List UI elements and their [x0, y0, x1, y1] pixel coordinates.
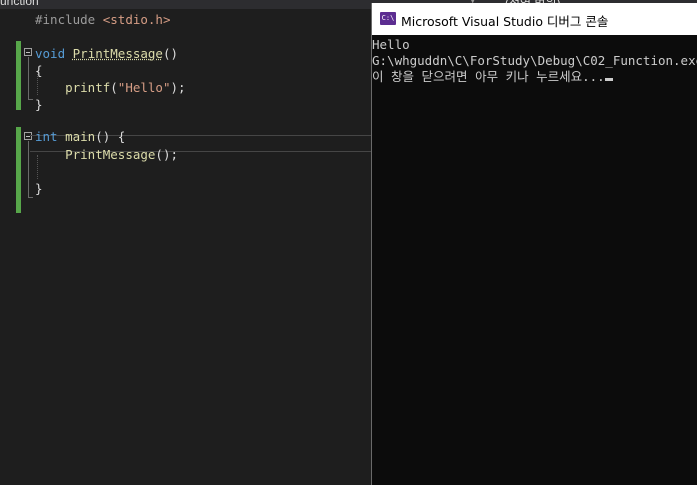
printf-close: ); — [170, 80, 186, 95]
code-editor[interactable]: #include <stdio.h> void PrintMessage() {… — [0, 9, 371, 485]
brace-open: { — [35, 63, 43, 78]
console-line: Hello — [372, 37, 410, 52]
code-line-brace-open[interactable]: { — [35, 62, 43, 79]
code-line-call[interactable]: PrintMessage(); — [35, 146, 178, 163]
main-tail: () { — [95, 129, 126, 144]
fold-guide-line — [28, 141, 29, 197]
parens: () — [162, 46, 179, 61]
code-line-main-decl[interactable]: int main() { — [35, 128, 125, 145]
change-indicator-bar — [16, 127, 21, 213]
brace-close: } — [35, 97, 43, 112]
printf-open: ( — [110, 80, 118, 95]
console-app-icon: C:\ — [380, 12, 396, 25]
fold-guide-end — [28, 99, 33, 100]
include-directive: #include — [35, 12, 96, 27]
console-line: G:\whguddn\C\ForStudy\Debug\C02_Function… — [372, 53, 697, 68]
console-line: 이 창을 닫으려면 아무 키나 누르세요... — [372, 69, 697, 85]
fold-guide-end — [28, 197, 33, 198]
text-cursor — [604, 78, 613, 81]
fold-guide-line — [28, 57, 29, 99]
code-line-brace-close[interactable]: } — [35, 96, 43, 113]
keyword-void: void — [35, 46, 66, 61]
printf-arg: "Hello" — [117, 80, 171, 95]
debug-console-window[interactable]: C:\ Microsoft Visual Studio 디버그 콘솔 Hello… — [371, 3, 697, 485]
brace-close: } — [35, 181, 43, 196]
code-line-main-close[interactable]: } — [35, 180, 43, 197]
keyword-int: int — [35, 129, 58, 144]
console-title-bar[interactable]: C:\ Microsoft Visual Studio 디버그 콘솔 — [372, 3, 697, 35]
console-prompt-text: 이 창을 닫으려면 아무 키나 누르세요... — [372, 69, 605, 84]
call-name: PrintMessage — [65, 147, 156, 162]
function-dropdown-label[interactable]: unction — [0, 0, 39, 8]
change-indicator-bar — [16, 41, 21, 110]
code-line-function-decl[interactable]: void PrintMessage() — [35, 45, 178, 62]
code-line-include[interactable]: #include <stdio.h> — [35, 11, 170, 28]
main-name: main — [65, 129, 96, 144]
include-file: <stdio.h> — [102, 12, 171, 27]
code-line-printf[interactable]: printf("Hello"); — [35, 79, 186, 96]
console-title: Microsoft Visual Studio 디버그 콘솔 — [401, 14, 609, 29]
console-output[interactable]: Hello G:\whguddn\C\ForStudy\Debug\C02_Fun… — [372, 37, 697, 85]
call-tail: (); — [155, 147, 178, 162]
function-name: PrintMessage — [72, 46, 163, 61]
printf-name: printf — [65, 80, 111, 95]
collapse-icon[interactable] — [24, 48, 32, 56]
